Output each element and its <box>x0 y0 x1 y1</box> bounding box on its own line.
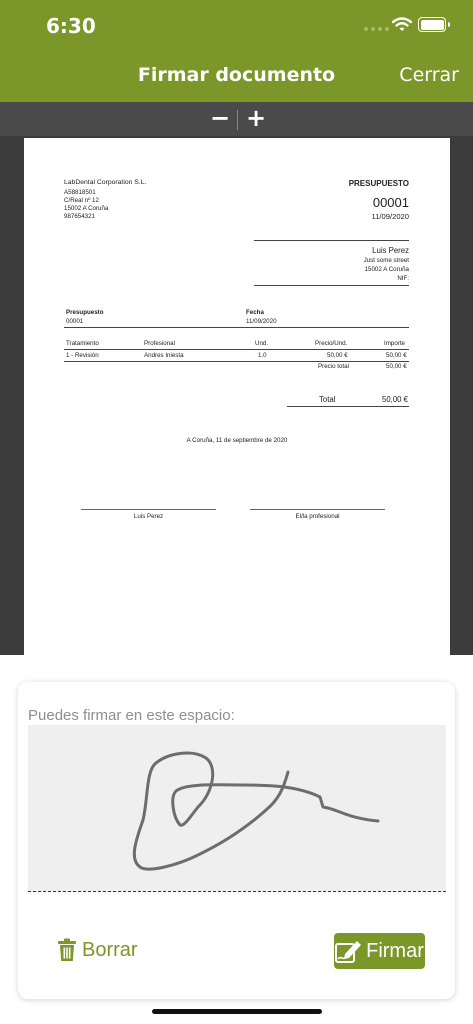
wifi-icon <box>392 17 412 31</box>
total-label: Total <box>319 395 336 404</box>
home-indicator[interactable] <box>152 1009 322 1014</box>
zoom-divider <box>237 110 238 130</box>
total-rule <box>287 406 409 407</box>
close-button[interactable]: Cerrar <box>399 64 459 86</box>
sign-button[interactable]: Firmar <box>334 933 425 969</box>
zoom-in-button[interactable]: + <box>244 104 268 132</box>
col-und: Und. <box>255 340 269 347</box>
signature-label: Puedes firmar en este espacio: <box>28 707 235 724</box>
meta-presupuesto-value: 00001 <box>66 318 84 325</box>
signature-name-left: Luis Perez <box>133 513 164 520</box>
row-profesional: Andres Iniesta <box>144 352 184 359</box>
battery-icon <box>418 17 450 32</box>
signature-line-left <box>81 509 216 510</box>
signature-panel: Puedes firmar en este espacio: Borrar Fi… <box>18 682 455 999</box>
company-phone: 987654321 <box>64 213 95 220</box>
client-bottom-rule <box>254 285 409 286</box>
company-city: 15002 A Coruña <box>64 205 109 212</box>
sign-button-label: Firmar <box>366 939 424 962</box>
signature-baseline <box>28 891 446 892</box>
client-street: Just some street <box>363 257 409 264</box>
doc-type: PRESUPUESTO <box>348 179 409 188</box>
signature-line-right <box>250 509 385 510</box>
status-time: 6:30 <box>46 14 96 38</box>
table-header-rule <box>64 349 409 350</box>
signature-canvas[interactable] <box>28 725 446 892</box>
row-und: 1.0 <box>258 352 267 359</box>
document-viewer[interactable]: − + LabDental Corporation S.L. A58818501… <box>0 102 473 655</box>
col-tratamiento: Tratamiento <box>66 340 99 347</box>
doc-date: 11/09/2020 <box>371 212 409 221</box>
meta-presupuesto-label: Presupuesto <box>66 309 104 316</box>
precio-total-value: 50,00 € <box>386 363 407 370</box>
col-precio-und: Precio/Und. <box>315 340 348 347</box>
company-address: C/Real nº 12 <box>64 197 99 204</box>
col-importe: Importe <box>384 340 405 347</box>
row-tratamiento: 1 - Revisión <box>66 352 99 359</box>
meta-fecha-value: 11/09/2020 <box>246 318 277 325</box>
meta-fecha-label: Fecha <box>246 309 264 316</box>
signature-name-right: El/la profesional <box>295 513 340 520</box>
signature-pen-icon <box>335 941 362 963</box>
client-city: 15002 A Coruña <box>364 266 409 273</box>
total-value: 50,00 € <box>382 395 409 404</box>
col-profesional: Profesional <box>144 340 175 347</box>
signature-stroke <box>132 751 380 871</box>
zoom-toolbar: − + <box>0 102 473 136</box>
client-top-rule <box>254 240 409 241</box>
precio-total-label: Precio total <box>318 363 349 370</box>
row-importe: 50,00 € <box>386 352 407 359</box>
company-cif: A58818501 <box>64 189 96 196</box>
clear-button[interactable]: Borrar <box>56 932 138 968</box>
nav-bar: Firmar documento Cerrar <box>0 50 473 102</box>
company-name: LabDental Corporation S.L. <box>64 179 147 186</box>
zoom-out-button[interactable]: − <box>208 104 232 132</box>
cellular-signal-icon <box>364 27 389 31</box>
status-bar: 6:30 <box>0 0 473 50</box>
doc-number: 00001 <box>372 195 409 210</box>
client-name: Luis Perez <box>372 246 409 255</box>
clear-button-label: Borrar <box>82 938 138 961</box>
trash-icon <box>58 938 76 961</box>
place-date: A Coruña, 11 de septiembre de 2020 <box>186 437 288 444</box>
document-page: LabDental Corporation S.L. A58818501 C/R… <box>24 138 450 655</box>
meta-rule <box>64 327 409 328</box>
table-row-rule <box>64 361 409 362</box>
row-precio-und: 50,00 € <box>327 352 348 359</box>
client-nif: NIF: <box>397 275 409 282</box>
